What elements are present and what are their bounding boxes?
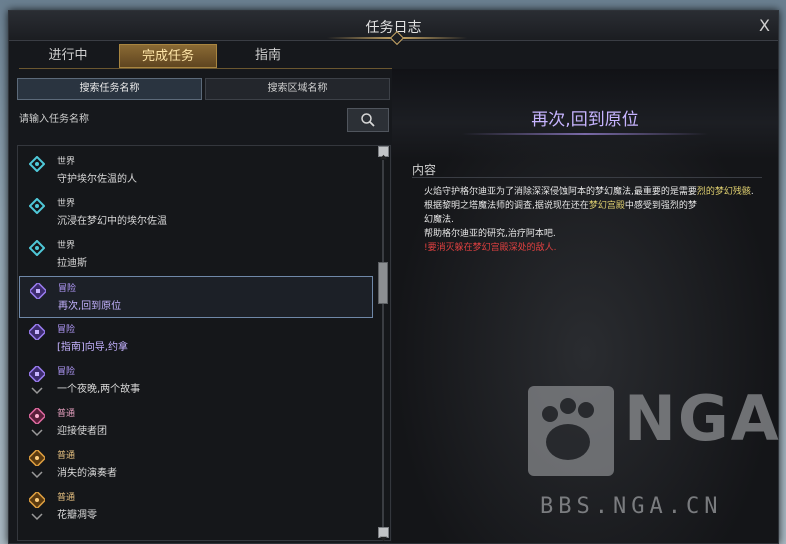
scroll-thumb[interactable] — [378, 262, 388, 304]
close-button[interactable]: X — [759, 16, 770, 35]
tab-in-progress[interactable]: 进行中 — [19, 44, 117, 68]
scroll-down-button[interactable] — [378, 527, 389, 542]
quest-description: 火焰守护格尔迪亚为了消除深深侵蚀阿本的梦幻魔法,最重要的是需要烈的梦幻残骸. 根… — [424, 185, 764, 255]
quest-detail-title: 再次,回到原位 — [531, 110, 639, 130]
description-text: 根据黎明之塔魔法师的调查,据说现在还在 — [424, 201, 589, 211]
search-by-quest-name-button[interactable]: 搜索任务名称 — [17, 78, 202, 100]
highlight-item: 烈的梦幻残骸 — [696, 187, 751, 197]
scroll-up-button[interactable] — [378, 146, 389, 160]
description-text: . — [750, 187, 754, 197]
quest-type: 普通 — [57, 409, 76, 419]
title-bar: 任务日志 X — [9, 11, 778, 46]
search-by-area-name-button[interactable]: 搜索区域名称 — [205, 78, 390, 100]
banner-ornament — [462, 133, 708, 135]
chevron-down-icon — [31, 471, 43, 479]
objective-line: !要消灭躲在梦幻宫殿深处的敌人. — [424, 243, 557, 253]
normal-quest-icon — [29, 450, 45, 466]
quest-list-item-selected[interactable]: 冒险 再次,回到原位 — [19, 276, 373, 318]
quest-list: 世界 守护埃尔佐温的人 世界 沉浸在梦幻中的埃尔佐温 世界 拉迪斯 冒险 再次,… — [17, 145, 391, 541]
chevron-down-icon — [31, 429, 43, 437]
description-line: 幻魔法. — [424, 215, 454, 225]
quest-name: 消失的演奏者 — [57, 468, 117, 479]
quest-name: 拉迪斯 — [57, 258, 87, 269]
site-watermark: NGA BBS.NGA.CN — [520, 382, 779, 526]
quest-list-item[interactable]: 世界 守护埃尔佐温的人 — [19, 150, 373, 192]
tab-bar: 进行中 完成任务 指南 — [19, 44, 399, 68]
quest-type: 世界 — [57, 157, 76, 167]
paw-logo — [528, 386, 614, 476]
quest-list-item[interactable]: 冒险 [指南]向导,约拿 — [19, 318, 373, 360]
watermark-logo-text: NGA — [624, 382, 781, 455]
quest-type: 普通 — [57, 493, 76, 503]
watermark-site: BBS.NGA.CN — [540, 494, 723, 519]
content-heading: 内容 — [412, 163, 437, 177]
quest-name: 迎接使者团 — [57, 426, 107, 437]
quest-name: 沉浸在梦幻中的埃尔佐温 — [57, 216, 167, 227]
chevron-down-icon — [31, 513, 43, 521]
world-quest-icon — [29, 240, 45, 256]
quest-name: [指南]向导,约拿 — [57, 342, 128, 353]
quest-type: 世界 — [57, 241, 76, 251]
normal-quest-icon — [29, 492, 45, 508]
tab-underline — [19, 68, 392, 69]
normal-quest-icon — [29, 408, 45, 424]
quest-name: 再次,回到原位 — [58, 301, 122, 312]
content-divider — [412, 177, 762, 178]
quest-list-item[interactable]: 世界 沉浸在梦幻中的埃尔佐温 — [19, 192, 373, 234]
world-quest-icon — [29, 198, 45, 214]
tab-guide[interactable]: 指南 — [219, 44, 317, 68]
quest-name: 守护埃尔佐温的人 — [57, 174, 137, 185]
highlight-location: 梦幻宫殿 — [588, 201, 625, 211]
quest-type: 冒险 — [58, 284, 77, 294]
quest-name: 一个夜晚,两个故事 — [57, 384, 141, 395]
world-quest-icon — [29, 156, 45, 172]
search-button[interactable] — [347, 108, 389, 132]
quest-list-item[interactable]: 普通 消失的演奏者 — [19, 444, 373, 486]
quest-list-item[interactable]: 世界 拉迪斯 — [19, 234, 373, 276]
tab-completed[interactable]: 完成任务 — [119, 44, 217, 68]
quest-name: 花瓣凋零 — [57, 510, 97, 521]
quest-type: 世界 — [57, 199, 76, 209]
adventure-quest-icon — [29, 324, 45, 340]
description-text: 火焰守护格尔迪亚为了消除深深侵蚀阿本的梦幻魔法,最重要的是需要 — [424, 187, 697, 197]
description-line: 帮助格尔迪亚的研究,治疗阿本吧. — [424, 229, 556, 239]
quest-type: 冒险 — [57, 367, 76, 377]
adventure-quest-icon — [30, 283, 46, 299]
scroll-track[interactable] — [382, 160, 384, 528]
quest-list-scrollbar[interactable] — [376, 146, 390, 542]
quest-type: 普通 — [57, 451, 76, 461]
quest-type: 冒险 — [57, 325, 76, 335]
quest-list-item[interactable]: 冒险 一个夜晚,两个故事 — [19, 360, 373, 402]
description-line: 火焰守护格尔迪亚为了消除深深侵蚀阿本的梦幻魔法,最重要的是需要烈的梦幻残骸. — [424, 185, 764, 199]
arrow-down-icon — [379, 536, 388, 542]
quest-list-item[interactable]: 普通 花瓣凋零 — [19, 486, 373, 528]
quest-search-input[interactable] — [19, 108, 344, 130]
description-line: 根据黎明之塔魔法师的调查,据说现在还在梦幻宫殿中感受到强烈的梦 — [424, 199, 764, 213]
adventure-quest-icon — [29, 366, 45, 382]
chevron-down-icon — [31, 387, 43, 395]
search-icon — [361, 113, 375, 127]
quest-list-item[interactable]: 普通 迎接使者团 — [19, 402, 373, 444]
description-text: 中感受到强烈的梦 — [624, 201, 697, 211]
